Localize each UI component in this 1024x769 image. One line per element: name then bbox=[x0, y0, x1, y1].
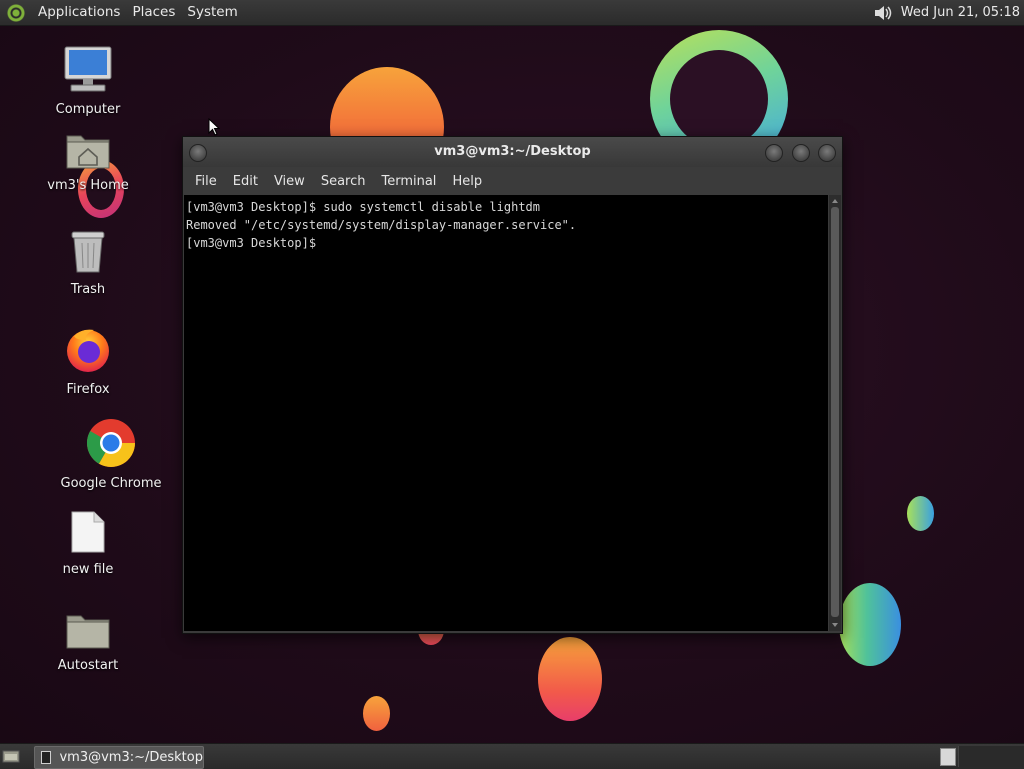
terminal-scrollbar[interactable] bbox=[829, 195, 841, 631]
menu-system[interactable]: System bbox=[181, 0, 243, 25]
scroll-down-arrow-icon[interactable] bbox=[832, 623, 838, 627]
menu-applications[interactable]: Applications bbox=[32, 0, 126, 25]
close-button[interactable] bbox=[818, 144, 836, 162]
menu-terminal[interactable]: Terminal bbox=[373, 174, 444, 189]
terminal-icon bbox=[41, 751, 52, 764]
menu-view[interactable]: View bbox=[266, 174, 313, 189]
computer-icon bbox=[64, 46, 112, 92]
terminal-output[interactable]: [vm3@vm3 Desktop]$ sudo systemctl disabl… bbox=[184, 195, 828, 631]
wallpaper-large-blob-right bbox=[839, 583, 901, 666]
terminal-menubar: File Edit View Search Terminal Help bbox=[183, 167, 842, 195]
menu-places[interactable]: Places bbox=[126, 0, 181, 25]
terminal-titlebar[interactable]: vm3@vm3:~/Desktop bbox=[183, 137, 842, 167]
workspace-1[interactable] bbox=[940, 748, 956, 766]
terminal-line: Removed "/etc/systemd/system/display-man… bbox=[186, 218, 577, 232]
desktop-icon-trash[interactable]: Trash bbox=[33, 228, 143, 297]
wallpaper-small-blob-right bbox=[907, 496, 934, 531]
desktop-icon-new-file[interactable]: new file bbox=[33, 510, 143, 577]
folder-icon bbox=[66, 615, 110, 649]
desktop-icon-label: Google Chrome bbox=[60, 476, 162, 491]
taskbar-button-terminal[interactable]: vm3@vm3:~/Desktop bbox=[34, 746, 204, 769]
desktop-icon-label: Autostart bbox=[57, 658, 119, 673]
top-panel: Applications Places System Wed Jun 21, 0… bbox=[0, 0, 1024, 26]
bottom-panel: vm3@vm3:~/Desktop bbox=[0, 743, 1024, 769]
menu-file[interactable]: File bbox=[187, 174, 225, 189]
desktop-icon-home[interactable]: vm3's Home bbox=[33, 130, 143, 193]
minimize-button[interactable] bbox=[765, 144, 783, 162]
window-title: vm3@vm3:~/Desktop bbox=[434, 144, 591, 159]
menu-search[interactable]: Search bbox=[313, 174, 374, 189]
desktop-icon-computer[interactable]: Computer bbox=[33, 46, 143, 117]
maximize-button[interactable] bbox=[792, 144, 810, 162]
chrome-icon bbox=[86, 419, 135, 468]
terminal-window: vm3@vm3:~/Desktop File Edit View Search … bbox=[182, 136, 843, 634]
desktop-icon-label: Trash bbox=[70, 282, 106, 297]
desktop-icon-label: new file bbox=[62, 562, 114, 577]
terminal-prompt-line: [vm3@vm3 Desktop]$ bbox=[186, 236, 324, 250]
desktop-icon-firefox[interactable]: Firefox bbox=[33, 326, 143, 397]
show-desktop-icon[interactable] bbox=[2, 748, 20, 764]
desktop-icon-autostart[interactable]: Autostart bbox=[33, 610, 143, 673]
home-folder-icon bbox=[66, 135, 110, 169]
taskbar-button-label: vm3@vm3:~/Desktop bbox=[59, 750, 203, 765]
desktop-icon-label: Computer bbox=[55, 102, 121, 117]
desktop-icon-chrome[interactable]: Google Chrome bbox=[56, 418, 166, 491]
trash-icon bbox=[71, 231, 105, 273]
scrollbar-thumb[interactable] bbox=[831, 207, 839, 617]
file-icon bbox=[71, 511, 105, 553]
desktop-icon-label: Firefox bbox=[66, 382, 110, 397]
clock[interactable]: Wed Jun 21, 05:18 bbox=[901, 5, 1020, 20]
workspace-2[interactable] bbox=[958, 746, 1024, 767]
distro-logo-icon[interactable] bbox=[6, 2, 26, 23]
menu-edit[interactable]: Edit bbox=[225, 174, 266, 189]
menu-help[interactable]: Help bbox=[444, 174, 490, 189]
volume-icon[interactable] bbox=[873, 4, 893, 22]
scroll-up-arrow-icon[interactable] bbox=[832, 199, 838, 203]
wallpaper-tiny-blob bbox=[363, 696, 390, 731]
desktop-icon-label: vm3's Home bbox=[47, 178, 129, 193]
firefox-icon bbox=[67, 329, 109, 372]
mouse-cursor-icon bbox=[208, 118, 220, 136]
terminal-line: [vm3@vm3 Desktop]$ sudo systemctl disabl… bbox=[186, 200, 541, 214]
wallpaper-coral-blob bbox=[538, 637, 602, 721]
